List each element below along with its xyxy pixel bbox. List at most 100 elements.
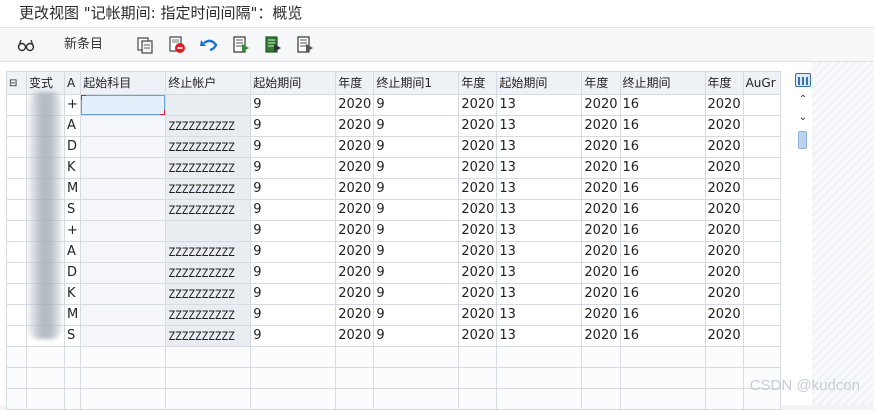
table-cell[interactable]: 16	[619, 304, 706, 326]
column-header[interactable]: 终止期间1	[373, 71, 460, 95]
table-cell[interactable]: 2020	[335, 178, 375, 200]
table-cell[interactable]: 2020	[458, 157, 498, 179]
table-cell[interactable]	[742, 136, 781, 158]
table-cell[interactable]: K	[63, 283, 82, 305]
empty-cell[interactable]	[496, 388, 583, 410]
table-cell[interactable]: 13	[496, 157, 583, 179]
table-cell[interactable]: 9	[373, 199, 460, 221]
empty-cell[interactable]	[250, 388, 337, 410]
table-cell[interactable]: 13	[496, 94, 583, 116]
table-cell[interactable]: 9	[373, 157, 460, 179]
table-row[interactable]: D ZZZZZZZZZZ 9 2020 9 2020 13 2020 16 2020	[6, 262, 781, 284]
start-account-cell[interactable]	[80, 157, 167, 179]
table-cell[interactable]: K	[63, 157, 82, 179]
table-row[interactable]: D ZZZZZZZZZZ 9 2020 9 2020 13 2020 16 2020	[6, 136, 781, 158]
table-cell[interactable]: 2020	[581, 157, 621, 179]
table-row[interactable]: S ZZZZZZZZZZ 9 2020 9 2020 13 2020 16 2020	[6, 199, 781, 221]
empty-cell[interactable]	[704, 346, 744, 368]
scroll-down-icon[interactable]: ⌄	[797, 113, 809, 123]
end-account-cell[interactable]	[165, 220, 252, 242]
table-cell[interactable]: 2020	[704, 199, 744, 221]
empty-cell[interactable]	[335, 367, 375, 389]
empty-cell[interactable]	[80, 346, 167, 368]
empty-cell[interactable]	[26, 367, 65, 389]
table-cell[interactable]: 9	[373, 262, 460, 284]
empty-cell[interactable]	[165, 388, 252, 410]
table-row[interactable]: K ZZZZZZZZZZ 9 2020 9 2020 13 2020 16 2020	[6, 283, 781, 305]
table-cell[interactable]: 2020	[335, 220, 375, 242]
table-cell[interactable]: 2020	[704, 241, 744, 263]
column-header[interactable]: 起始期间	[250, 71, 337, 95]
empty-cell[interactable]	[373, 346, 460, 368]
table-cell[interactable]	[742, 304, 781, 326]
start-account-cell[interactable]	[80, 283, 167, 305]
column-header[interactable]: AuGr	[742, 71, 781, 95]
table-cell[interactable]: 9	[250, 94, 337, 116]
row-selector[interactable]	[6, 304, 27, 326]
end-account-cell[interactable]: ZZZZZZZZZZ	[165, 262, 252, 284]
glasses-icon[interactable]	[15, 34, 37, 56]
table-cell[interactable]: 9	[250, 115, 337, 137]
table-cell[interactable]: 13	[496, 220, 583, 242]
table-cell[interactable]: 2020	[581, 178, 621, 200]
table-cell[interactable]: 16	[619, 136, 706, 158]
table-cell[interactable]: 2020	[335, 283, 375, 305]
table-cell[interactable]: +	[63, 220, 82, 242]
table-row[interactable]: S ZZZZZZZZZZ 9 2020 9 2020 13 2020 16 2020	[6, 325, 781, 347]
end-account-cell[interactable]: ZZZZZZZZZZ	[165, 304, 252, 326]
table-cell[interactable]: 13	[496, 283, 583, 305]
empty-cell[interactable]	[619, 388, 706, 410]
row-selector[interactable]	[6, 325, 27, 347]
row-selector[interactable]	[6, 241, 27, 263]
table-cell[interactable]: 16	[619, 283, 706, 305]
column-header[interactable]: A	[63, 71, 82, 95]
empty-cell[interactable]	[80, 388, 167, 410]
table-cell[interactable]: 2020	[335, 325, 375, 347]
row-selector[interactable]	[6, 178, 27, 200]
start-account-cell[interactable]	[80, 304, 167, 326]
table-cell[interactable]	[742, 157, 781, 179]
table-cell[interactable]: 9	[250, 262, 337, 284]
start-account-cell[interactable]	[80, 199, 167, 221]
empty-cell[interactable]	[26, 388, 65, 410]
start-account-cell[interactable]	[80, 241, 167, 263]
table-cell[interactable]: 2020	[335, 262, 375, 284]
table-cell[interactable]: 16	[619, 220, 706, 242]
table-row[interactable]: +9 2020 9 2020 13 2020 16 2020	[6, 220, 781, 242]
deselect-icon[interactable]	[294, 34, 316, 56]
row-selector[interactable]	[6, 199, 27, 221]
table-cell[interactable]: 2020	[704, 115, 744, 137]
scroll-up-icon[interactable]: ⌃	[797, 95, 809, 105]
empty-cell[interactable]	[63, 346, 82, 368]
table-cell[interactable]	[742, 262, 781, 284]
table-cell[interactable]: 2020	[581, 304, 621, 326]
table-cell[interactable]: 16	[619, 94, 706, 116]
table-cell[interactable]: +	[63, 94, 82, 116]
table-cell[interactable]: 2020	[581, 115, 621, 137]
table-cell[interactable]	[742, 199, 781, 221]
table-cell[interactable]: 9	[250, 325, 337, 347]
table-cell[interactable]: 9	[250, 136, 337, 158]
empty-cell[interactable]	[63, 367, 82, 389]
empty-cell[interactable]	[165, 346, 252, 368]
table-row[interactable]: A ZZZZZZZZZZ 9 2020 9 2020 13 2020 16 2020	[6, 115, 781, 137]
table-cell[interactable]: 9	[373, 283, 460, 305]
table-cell[interactable]: 2020	[458, 178, 498, 200]
table-cell[interactable]: 13	[496, 178, 583, 200]
empty-cell[interactable]	[619, 367, 706, 389]
table-cell[interactable]: 2020	[581, 220, 621, 242]
table-cell[interactable]: 2020	[581, 283, 621, 305]
row-selector-header[interactable]: ⊟	[6, 71, 27, 95]
table-cell[interactable]: 2020	[458, 115, 498, 137]
empty-cell[interactable]	[80, 367, 167, 389]
table-cell[interactable]: 2020	[458, 220, 498, 242]
table-cell[interactable]: 2020	[335, 136, 375, 158]
empty-cell[interactable]	[6, 346, 27, 368]
table-row[interactable]: M ZZZZZZZZZZ 9 2020 9 2020 13 2020 16 2020	[6, 178, 781, 200]
table-cell[interactable]: 2020	[581, 262, 621, 284]
table-cell[interactable]	[742, 220, 781, 242]
empty-cell[interactable]	[63, 388, 82, 410]
table-cell[interactable]: 13	[496, 199, 583, 221]
table-cell[interactable]: 9	[250, 283, 337, 305]
table-row[interactable]: M ZZZZZZZZZZ 9 2020 9 2020 13 2020 16 2020	[6, 304, 781, 326]
